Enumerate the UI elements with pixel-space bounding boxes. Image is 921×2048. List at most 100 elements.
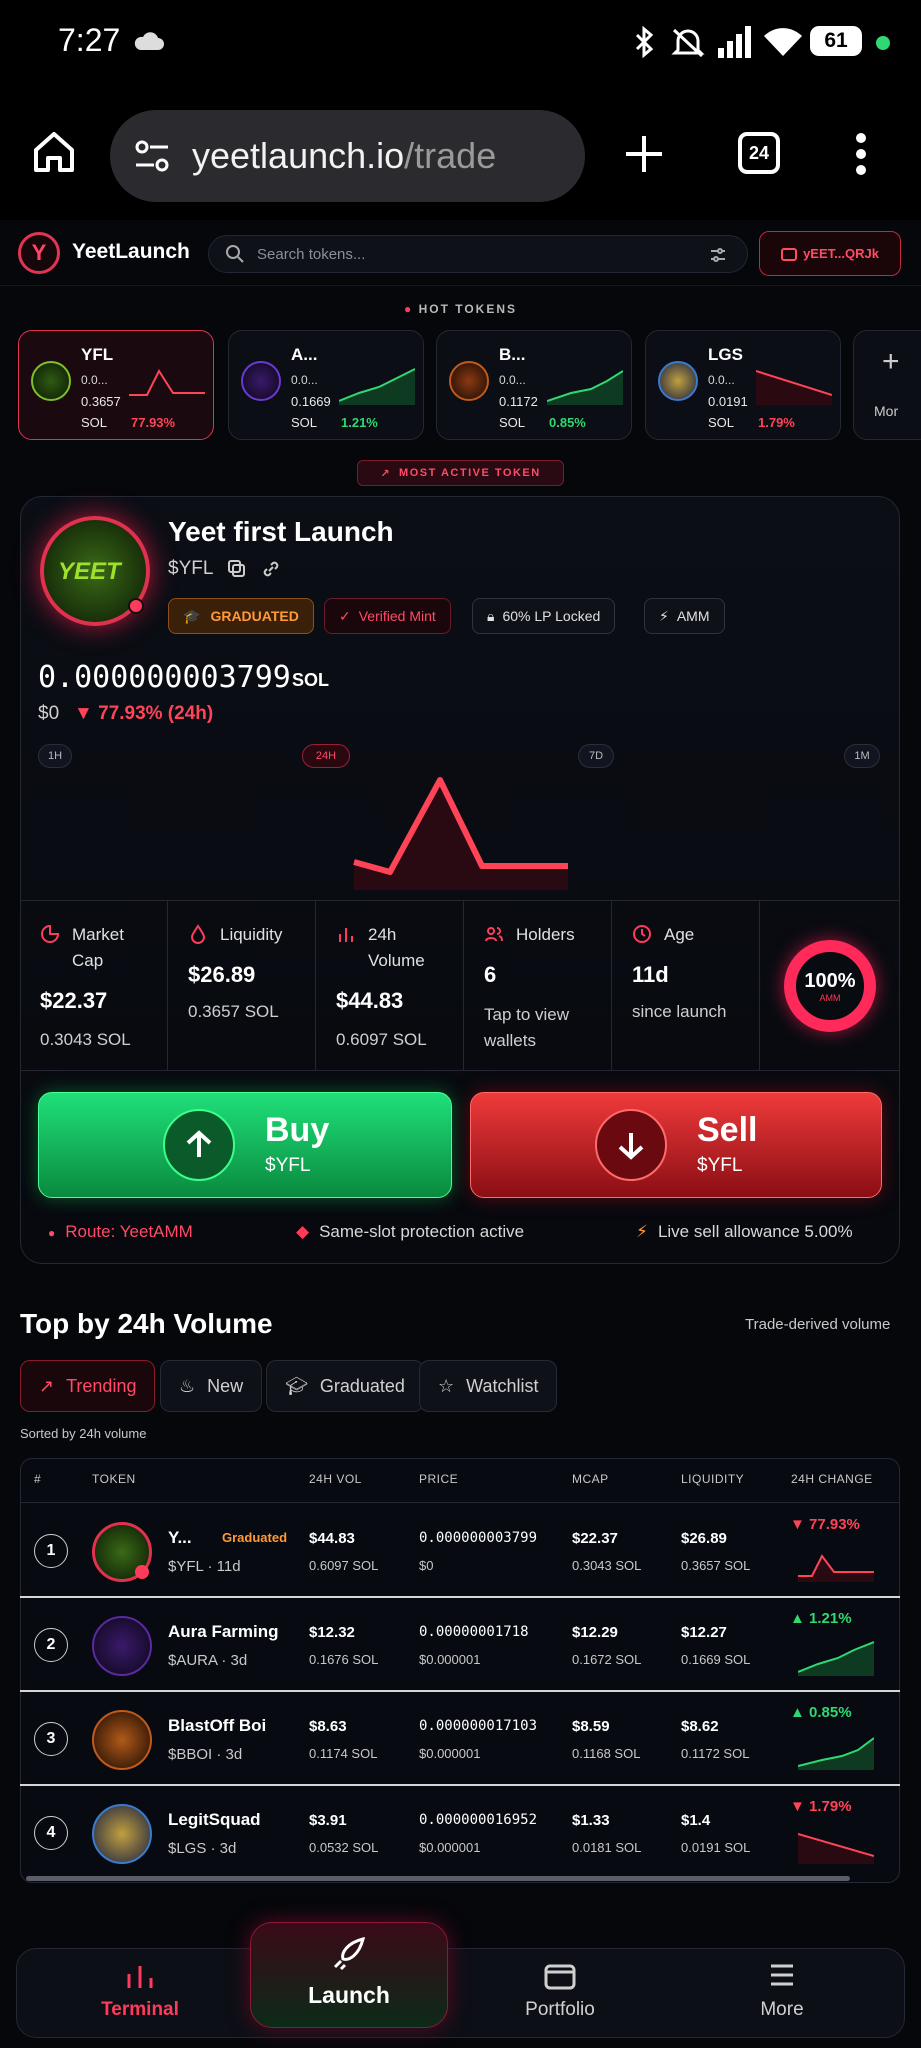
- change-value: ▼ 1.79%: [790, 1798, 852, 1815]
- nav-launch[interactable]: Launch: [250, 1922, 448, 2028]
- token-avatar: [92, 1804, 152, 1864]
- sparkline: [339, 368, 415, 405]
- col-header[interactable]: TOKEN: [92, 1472, 136, 1486]
- sparkline: [798, 1833, 874, 1864]
- token-name: Yeet first Launch: [168, 516, 394, 547]
- change-value: ▲ 0.85%: [790, 1704, 852, 1721]
- hot-token-card[interactable]: A... 0.0... 0.1669 SOL 1.21%: [228, 330, 424, 440]
- token-short-price: 0.0...: [291, 373, 318, 387]
- search-input[interactable]: Search tokens...: [208, 235, 748, 273]
- token-avatar: [449, 361, 489, 401]
- search-placeholder: Search tokens...: [257, 245, 366, 263]
- nav-portfolio[interactable]: Portfolio: [490, 1962, 630, 2028]
- table-row[interactable]: 4 LegitSquad $LGS · 3d $3.91 0.0532 SOL …: [20, 1788, 900, 1880]
- hot-token-card[interactable]: YFL 0.0... 0.3657 SOL 77.93%: [18, 330, 214, 440]
- sort-note: Sorted by 24h volume: [20, 1426, 147, 1441]
- bars-icon: [127, 1966, 153, 1988]
- live-dot: [135, 1565, 149, 1579]
- timeframe-7d[interactable]: 7D: [578, 744, 614, 768]
- address-bar[interactable]: yeetlaunch.io/trade: [110, 110, 585, 202]
- more-label: Mor: [874, 403, 899, 419]
- buy-button[interactable]: Buy $YFL: [38, 1092, 452, 1198]
- cloud-icon: [134, 32, 164, 50]
- tab-watchlist[interactable]: ☆ Watchlist: [419, 1360, 558, 1412]
- link-icon[interactable]: [262, 560, 280, 578]
- mcap-sol: 0.1672 SOL: [572, 1652, 642, 1667]
- tab-switcher-button[interactable]: 24: [738, 132, 780, 174]
- token-price: 0.1669: [291, 394, 331, 409]
- wallet-button[interactable]: yEET...QRJk: [759, 231, 901, 276]
- token-meta: $LGS · 3d: [168, 1840, 237, 1857]
- token-symbol: YFL: [81, 345, 114, 364]
- nav-more[interactable]: More: [712, 1962, 852, 2028]
- users-icon: [485, 927, 503, 942]
- token-avatar: [92, 1710, 152, 1770]
- liq-sol: 0.1669 SOL: [681, 1652, 751, 1667]
- star-icon: ☆: [438, 1375, 455, 1396]
- table-row[interactable]: 3 BlastOff Boi $BBOI · 3d $8.63 0.1174 S…: [20, 1694, 900, 1786]
- mcap-sol: 0.1168 SOL: [572, 1746, 641, 1761]
- brand-name[interactable]: YeetLaunch: [72, 240, 190, 264]
- tab-new[interactable]: ♨︎ New: [160, 1360, 263, 1412]
- privacy-dot: [876, 36, 890, 50]
- vol-sol: 0.0532 SOL: [309, 1840, 379, 1855]
- col-header[interactable]: LIQUIDITY: [681, 1472, 744, 1486]
- arrow-down-icon: [595, 1109, 667, 1181]
- sell-button[interactable]: Sell $YFL: [470, 1092, 882, 1198]
- route-info: ● Route: YeetAMM: [48, 1222, 193, 1241]
- new-tab-icon[interactable]: [624, 134, 664, 174]
- col-header[interactable]: MCAP: [572, 1472, 609, 1486]
- browser-toolbar: yeetlaunch.io/trade 24: [0, 90, 921, 220]
- clock-icon: [633, 925, 651, 943]
- status-bar: 7:27 61: [0, 0, 921, 90]
- hot-token-card[interactable]: LGS 0.0... 0.0191 SOL 1.79%: [645, 330, 841, 440]
- price-change: ▼ 77.93% (24h): [74, 703, 214, 724]
- table-row[interactable]: 1 Y... Graduated $YFL · 11d $44.83 0.609…: [20, 1506, 900, 1598]
- lock-icon: 🔒︎: [487, 607, 495, 624]
- rank-badge: 2: [34, 1628, 68, 1662]
- hot-tokens-heading: ● HOT TOKENS: [403, 302, 518, 316]
- brand-logo[interactable]: Y: [18, 232, 60, 274]
- copy-icon[interactable]: [228, 560, 246, 578]
- token-avatar: [658, 361, 698, 401]
- sparkline: [129, 368, 205, 396]
- col-header[interactable]: 24H VOL: [309, 1472, 362, 1486]
- tab-graduated[interactable]: 🎓︎ Graduated: [266, 1360, 424, 1412]
- more-tokens-card[interactable]: + Mor: [853, 330, 921, 440]
- nav-terminal[interactable]: Terminal: [70, 1962, 210, 2028]
- col-header[interactable]: 24H CHANGE: [791, 1472, 873, 1486]
- token-avatar: [92, 1522, 152, 1582]
- site-settings-icon[interactable]: [134, 138, 170, 174]
- timeframe-1m[interactable]: 1M: [844, 744, 880, 768]
- app-header: Y YeetLaunch Search tokens... yEET...QRJ…: [0, 220, 921, 286]
- vol-sol: 0.1676 SOL: [309, 1652, 379, 1667]
- wallet-icon: [544, 1964, 576, 1990]
- filter-icon[interactable]: [709, 246, 727, 264]
- col-header[interactable]: PRICE: [419, 1472, 458, 1486]
- browser-menu-icon[interactable]: [854, 132, 868, 176]
- token-symbol: A...: [291, 345, 318, 364]
- liq-sol: 0.1172 SOL: [681, 1746, 750, 1761]
- token-ticker: $YFL: [168, 558, 214, 579]
- url-text[interactable]: yeetlaunch.io/trade: [192, 135, 496, 177]
- graduated-tag: Graduated: [222, 1530, 288, 1545]
- table-row[interactable]: 2 Aura Farming $AURA · 3d $12.32 0.1676 …: [20, 1600, 900, 1692]
- sparkline: [798, 1737, 874, 1770]
- section-note: Trade-derived volume: [745, 1316, 891, 1333]
- amm-gauge: 100% AMM: [784, 940, 876, 1032]
- hot-token-card[interactable]: B... 0.0... 0.1172 SOL 0.85%: [436, 330, 632, 440]
- col-header: #: [34, 1472, 42, 1486]
- battery-indicator: 61: [810, 26, 862, 56]
- price-usd: $0: [38, 703, 60, 724]
- stat-holders[interactable]: Holders 6 Tap to view wallets: [464, 900, 612, 1070]
- horizontal-scrollbar[interactable]: [26, 1876, 850, 1881]
- price-unit: SOL: [292, 670, 330, 690]
- sparkline: [798, 1554, 874, 1582]
- protection-info: ◆ Same-slot protection active: [296, 1222, 525, 1241]
- timeframe-24h[interactable]: 24H: [302, 744, 350, 768]
- app-root: Y YeetLaunch Search tokens... yEET...QRJ…: [0, 220, 921, 2048]
- home-icon[interactable]: [32, 130, 76, 174]
- tab-trending[interactable]: ↗ Trending: [20, 1360, 156, 1412]
- token-avatar: [241, 361, 281, 401]
- timeframe-1h[interactable]: 1H: [38, 744, 72, 768]
